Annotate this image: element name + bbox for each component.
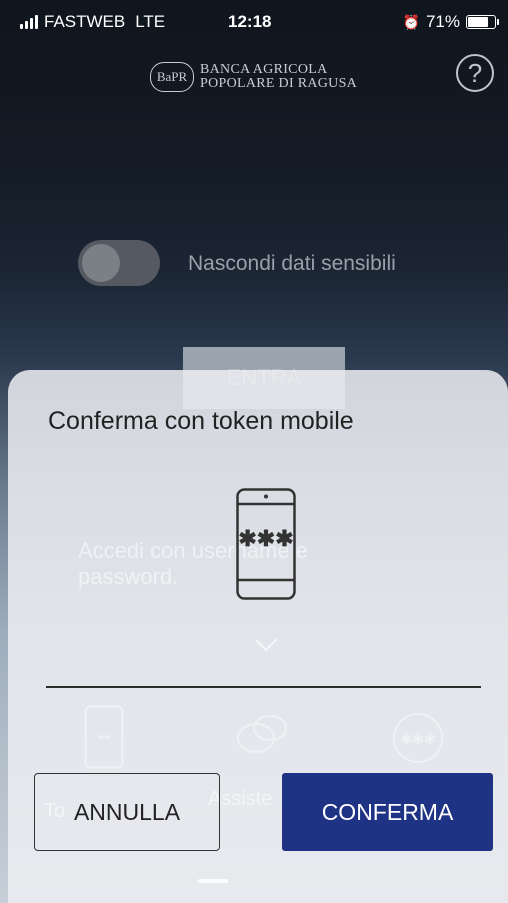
chat-icon bbox=[237, 715, 287, 753]
status-time: 12:18 bbox=[228, 12, 272, 31]
signal-icon bbox=[20, 15, 38, 29]
hide-sensitive-data-toggle[interactable] bbox=[78, 240, 160, 286]
help-icon[interactable]: ? bbox=[456, 54, 494, 92]
home-indicator bbox=[198, 879, 228, 883]
carrier-label: FASTWEB bbox=[44, 12, 126, 31]
toggle-knob bbox=[82, 244, 120, 282]
status-bar: FASTWEB LTE 12:18 ⏰ 71% bbox=[0, 0, 508, 44]
chevron-down-icon bbox=[254, 628, 278, 652]
svg-text:✱✱✱: ✱✱✱ bbox=[238, 526, 293, 551]
network-label: LTE bbox=[135, 12, 166, 31]
svg-text:•••: ••• bbox=[98, 730, 111, 744]
bank-name: BANCA AGRICOLA POPOLARE DI RAGUSA bbox=[200, 63, 357, 91]
screen: FASTWEB LTE 12:18 ⏰ 71% BaPR BANCA AGRIC… bbox=[0, 0, 508, 903]
bank-name-line1: BANCA AGRICOLA bbox=[200, 62, 328, 77]
svg-text:✱✱✱: ✱✱✱ bbox=[400, 731, 435, 747]
status-left: FASTWEB LTE bbox=[20, 12, 165, 32]
bank-name-line2: POPOLARE DI RAGUSA bbox=[200, 76, 358, 91]
mobile-token-icon: ✱✱✱ bbox=[236, 488, 296, 600]
sheet-title: Conferma con token mobile bbox=[48, 407, 354, 435]
alarm-icon: ⏰ bbox=[402, 13, 420, 30]
token-icon: ••• bbox=[84, 705, 124, 769]
battery-icon bbox=[466, 15, 499, 29]
logo-mark: BaPR bbox=[150, 62, 194, 92]
toggle-label: Nascondi dati sensibili bbox=[188, 252, 396, 275]
bank-logo: BaPR BANCA AGRICOLA POPOLARE DI RAGUSA bbox=[150, 62, 357, 92]
divider bbox=[46, 686, 481, 688]
bottom-sheet: Conferma con token mobile Accedi con use… bbox=[8, 370, 508, 903]
cancel-button[interactable]: ANNULLA bbox=[34, 773, 220, 851]
battery-percentage: 71% bbox=[425, 12, 460, 31]
confirm-button[interactable]: CONFERMA bbox=[282, 773, 493, 851]
reset-token-icon: ✱✱✱ bbox=[393, 713, 443, 763]
status-right: ⏰ 71% bbox=[402, 12, 499, 32]
